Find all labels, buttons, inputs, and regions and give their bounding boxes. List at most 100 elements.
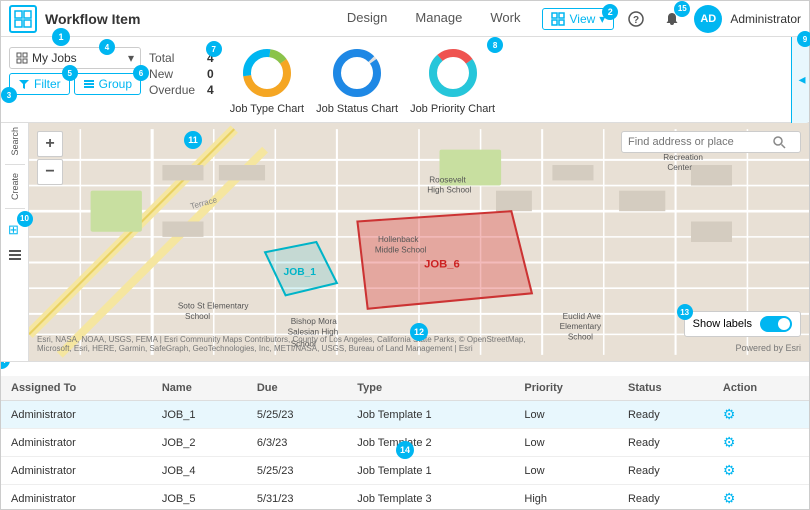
svg-text:Elementary: Elementary xyxy=(560,322,602,331)
map-search-input[interactable] xyxy=(628,136,768,148)
header-right: View ▾ 2 ? 15 AD Administrator xyxy=(542,5,801,33)
cell-assigned-to: Administrator xyxy=(1,401,152,429)
cell-assigned-to: Administrator xyxy=(1,457,152,485)
sidebar-divider-1 xyxy=(5,164,25,165)
col-status: Status xyxy=(618,376,713,401)
cell-status: Ready xyxy=(618,401,713,429)
app-container: 1 Workflow Item Design Manage Work View … xyxy=(0,0,810,510)
cell-due: 5/31/23 xyxy=(247,485,347,510)
overdue-value: 4 xyxy=(207,83,214,97)
right-panel-toggle[interactable]: ▶ 9 xyxy=(791,37,809,123)
svg-text:JOB_6: JOB_6 xyxy=(424,259,460,271)
action-button[interactable]: ⚙ xyxy=(723,434,736,450)
svg-text:Hollenback: Hollenback xyxy=(378,235,419,244)
show-labels-text: Show labels xyxy=(693,318,752,330)
filter-button[interactable]: Filter xyxy=(9,73,70,95)
svg-text:Center: Center xyxy=(667,163,692,172)
cell-action[interactable]: ⚙ xyxy=(713,429,809,457)
powered-by: Powered by Esri xyxy=(735,343,801,353)
col-action: Action xyxy=(713,376,809,401)
col-type: Type xyxy=(347,376,514,401)
table-row: Administrator JOB_4 5/25/23 Job Template… xyxy=(1,457,809,485)
action-button[interactable]: ⚙ xyxy=(723,462,736,478)
cell-assigned-to: Administrator xyxy=(1,429,152,457)
badge-8: 8 xyxy=(487,37,503,53)
svg-text:Recreation: Recreation xyxy=(663,153,703,162)
svg-text:High School: High School xyxy=(427,186,471,195)
job-selector[interactable]: My Jobs ▾ xyxy=(9,47,141,69)
cell-priority: High xyxy=(514,485,618,510)
col-name: Name xyxy=(152,376,247,401)
svg-text:School: School xyxy=(185,312,210,321)
col-assigned-to: Assigned To xyxy=(1,376,152,401)
badge-14-overlay: 14 xyxy=(396,441,414,459)
user-name: Administrator xyxy=(730,12,801,26)
sidebar-divider-2 xyxy=(5,208,25,209)
toolbar-actions: Filter 5 Group 6 xyxy=(9,73,141,95)
badge-4: 4 xyxy=(99,39,115,55)
action-button[interactable]: ⚙ xyxy=(723,406,736,422)
job-status-chart: Job Status Chart xyxy=(316,45,398,115)
cell-status: Ready xyxy=(618,485,713,510)
app-title: Workflow Item xyxy=(45,11,325,27)
badge-10: 10 xyxy=(17,211,33,227)
create-label: Create xyxy=(10,173,20,200)
badge-7: 7 xyxy=(206,41,222,57)
cell-name: JOB_2 xyxy=(152,429,247,457)
nav-work[interactable]: Work xyxy=(476,2,534,35)
sidebar-layers-icon[interactable] xyxy=(3,243,27,267)
group-button[interactable]: Group xyxy=(74,73,141,95)
chevron-down-icon: ▾ xyxy=(128,51,134,65)
cell-type: Job Template 1 xyxy=(347,457,514,485)
help-button[interactable]: ? xyxy=(622,5,650,33)
nav-manage[interactable]: Manage xyxy=(401,2,476,35)
map-search[interactable] xyxy=(621,131,801,153)
zoom-out-button[interactable]: − xyxy=(37,159,63,185)
user-avatar: AD xyxy=(694,5,722,33)
new-value: 0 xyxy=(207,67,214,81)
cell-due: 6/3/23 xyxy=(247,429,347,457)
badge-5: 5 xyxy=(62,65,78,81)
svg-text:Euclid Ave: Euclid Ave xyxy=(563,312,602,321)
map-controls: + − xyxy=(37,131,63,185)
action-button[interactable]: ⚙ xyxy=(723,490,736,506)
new-label: New xyxy=(149,67,199,81)
map-attribution: Esri, NASA, NOAA, USGS, FEMA | Esri Comm… xyxy=(37,335,537,353)
table-row: Administrator JOB_1 5/25/23 Job Template… xyxy=(1,401,809,429)
nav-design[interactable]: Design xyxy=(333,2,401,35)
map-area: JOB_1 JOB_6 Roosevelt High School Hollen… xyxy=(29,123,809,361)
badge-14: 14 xyxy=(1,361,10,369)
svg-text:Bishop Mora: Bishop Mora xyxy=(291,317,337,326)
cell-due: 5/25/23 xyxy=(247,401,347,429)
job-priority-chart: Job Priority Chart xyxy=(410,45,495,115)
job-priority-label: Job Priority Chart xyxy=(410,103,495,115)
cell-priority: Low xyxy=(514,457,618,485)
cell-name: JOB_5 xyxy=(152,485,247,510)
total-label: Total xyxy=(149,51,199,65)
badge-6: 6 xyxy=(133,65,149,81)
badge-12: 12 xyxy=(410,323,428,341)
cell-action[interactable]: ⚙ xyxy=(713,401,809,429)
zoom-in-button[interactable]: + xyxy=(37,131,63,157)
stats-box: Total4 New0 Overdue4 xyxy=(149,51,214,97)
view-label: View xyxy=(569,12,595,26)
show-labels-toggle[interactable] xyxy=(760,316,792,332)
left-sidebar: Search Create ⊞ 10 xyxy=(1,123,29,361)
cell-type: Job Template 2 xyxy=(347,429,514,457)
col-due: Due xyxy=(247,376,347,401)
view-badge: 2 xyxy=(602,4,618,20)
charts-area: Job Type Chart Job Status Chart xyxy=(230,45,495,115)
cell-action[interactable]: ⚙ xyxy=(713,485,809,510)
cell-action[interactable]: ⚙ xyxy=(713,457,809,485)
header: 1 Workflow Item Design Manage Work View … xyxy=(1,1,809,37)
overdue-label: Overdue xyxy=(149,83,199,97)
svg-text:⊞: ⊞ xyxy=(8,222,19,237)
cell-status: Ready xyxy=(618,429,713,457)
svg-text:?: ? xyxy=(633,15,639,26)
job-selector-label: My Jobs xyxy=(32,51,77,65)
svg-text:School: School xyxy=(568,333,593,342)
svg-text:JOB_1: JOB_1 xyxy=(284,267,317,278)
cell-type: Job Template 1 xyxy=(347,401,514,429)
job-type-chart: Job Type Chart xyxy=(230,45,304,115)
badge-3: 3 xyxy=(1,87,17,103)
